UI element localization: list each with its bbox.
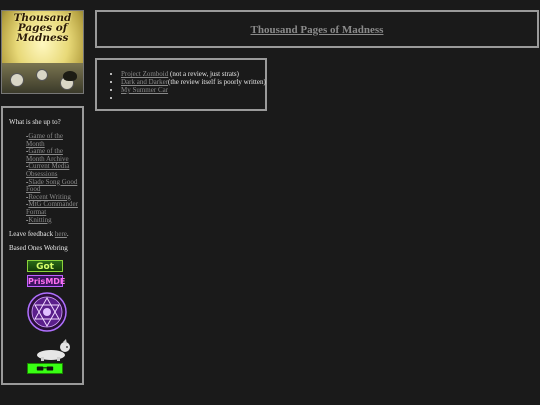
sidebar-item-current-media-obsessions: -Current Media Obsessions	[26, 162, 70, 178]
list-item: My Summer Car	[121, 86, 265, 94]
logo-text: Thousand Pages of Madness	[13, 12, 72, 44]
sidebar-link[interactable]: Game of the Month Archive	[26, 147, 69, 163]
feedback-link[interactable]: here	[55, 230, 67, 238]
prism-badge[interactable]: PrisMDE	[27, 275, 65, 287]
recent-posts-box: Project Zomboid (not a review, just stra…	[95, 58, 267, 111]
sidebar-item-slade-song-good-food: -Slade Song Good Food	[26, 177, 78, 194]
post-link[interactable]: Dark and Darker	[121, 78, 168, 86]
feedback-line: Leave feedback here.	[9, 230, 69, 238]
sidebar-item-game-of-the-month-archive: -Game of the Month Archive	[26, 147, 69, 163]
sidebar-item-knitting: -Knitting	[26, 215, 52, 224]
sidebar-nav: -Game of the Month -Game of the Month Ar…	[26, 132, 81, 224]
logo-stone	[10, 73, 24, 87]
post-note: (not a review, just strats)	[168, 70, 239, 78]
post-link[interactable]: My Summer Car	[121, 86, 168, 94]
sidebar-link[interactable]: Game of the Month	[26, 132, 63, 148]
sidebar-link[interactable]: MtG Commander Format	[26, 200, 78, 216]
got-badge[interactable]: Got	[27, 260, 63, 272]
post-note: (the review itself is poorly written)	[168, 78, 266, 86]
list-item	[121, 94, 265, 102]
dog-badge[interactable]	[33, 339, 73, 361]
sidebar-link[interactable]: Slade Song Good Food	[26, 178, 77, 194]
recent-posts-list: Project Zomboid (not a review, just stra…	[97, 60, 266, 102]
sidebar-item-mtg-commander-format: -MtG Commander Format	[26, 200, 78, 216]
sidebar-link[interactable]: Knitting	[28, 216, 51, 224]
site-title-link[interactable]: Thousand Pages of Madness	[97, 24, 537, 36]
post-link[interactable]: Project Zomboid	[121, 70, 168, 78]
logo-stone	[36, 69, 48, 81]
header-box: Thousand Pages of Madness	[95, 10, 539, 48]
site-logo[interactable]: Thousand Pages of Madness	[1, 10, 84, 94]
hexagram-badge[interactable]	[27, 292, 67, 332]
sunglasses-badge[interactable]	[27, 363, 63, 374]
webring-label: Based Ones Webring	[9, 244, 68, 252]
sidebar-heading: What is she up to?	[9, 118, 61, 126]
sidebar-item-game-of-the-month: -Game of the Month	[26, 132, 63, 148]
list-item: Dark and Darker(the review itself is poo…	[121, 78, 266, 86]
sidebar-link[interactable]: Current Media Obsessions	[26, 162, 69, 178]
logo-cat	[63, 71, 77, 81]
sidebar: What is she up to? -Game of the Month -G…	[1, 106, 84, 385]
list-item: Project Zomboid (not a review, just stra…	[121, 70, 265, 78]
